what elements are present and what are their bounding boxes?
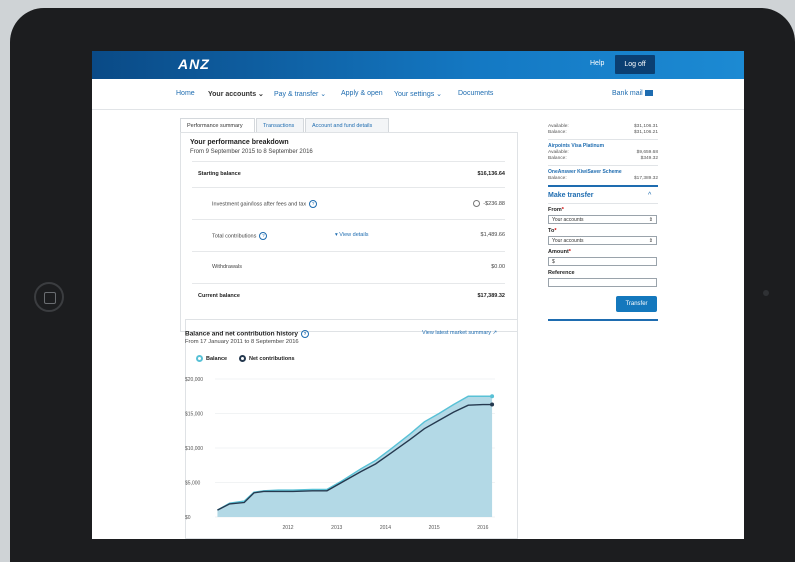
y-tick-label: $10,000 <box>185 446 203 452</box>
nav-documents[interactable]: Documents <box>458 90 493 97</box>
chevron-up-icon[interactable]: ^ <box>648 192 651 199</box>
amount-input[interactable]: $ <box>548 257 657 266</box>
tab-performance-summary[interactable]: Performance summary <box>180 118 255 132</box>
y-tick-label: $20,000 <box>185 377 203 383</box>
nav-your-accounts[interactable]: Your accounts ⌄ <box>208 90 264 98</box>
to-label: To* <box>548 228 557 234</box>
kiwisaver-balance: Balance: $17,389.32 <box>548 176 658 181</box>
reference-label: Reference <box>548 270 575 276</box>
nav-your-settings[interactable]: Your settings ⌄ <box>394 90 442 98</box>
history-chart: $20,000 $15,000 $10,000 $5,000 $0 2012 2013 201… <box>185 377 495 531</box>
account-available: Available: $31,106.31 <box>548 124 658 129</box>
row-starting-balance: Starting balance $16,136.64 <box>192 161 505 188</box>
history-period: From 17 January 2011 to 8 September 2016 <box>185 339 299 345</box>
x-tick-label: 2016 <box>477 525 488 531</box>
divider <box>548 139 658 140</box>
transfer-button[interactable]: Transfer <box>616 296 657 312</box>
legend-net-dot[interactable] <box>239 355 246 362</box>
home-button[interactable] <box>34 282 64 312</box>
airpoints-available: Available: $9,659.68 <box>548 150 658 155</box>
x-tick-label: 2014 <box>380 525 391 531</box>
y-tick-label: $0 <box>185 515 191 521</box>
nav-pay-transfer[interactable]: Pay & transfer ⌄ <box>274 90 326 98</box>
tab-transactions[interactable]: Transactions <box>256 118 304 132</box>
select-arrow-icon: ⇕ <box>648 217 653 223</box>
view-details-link[interactable]: ▾ View details <box>335 232 369 238</box>
row-investment-gain: Investment gain/loss after fees and tax?… <box>192 187 505 220</box>
minus-icon <box>473 200 481 207</box>
make-transfer-title[interactable]: Make transfer <box>548 192 594 199</box>
y-tick-label: $5,000 <box>185 481 201 487</box>
from-select[interactable]: Your accounts ⇕ <box>548 215 657 224</box>
camera <box>763 290 769 296</box>
account-airpoints[interactable]: Airpoints Visa Platinum <box>548 143 604 149</box>
reference-input[interactable] <box>548 278 657 287</box>
help-link[interactable]: Help <box>590 60 604 67</box>
info-icon[interactable]: ? <box>259 232 268 240</box>
top-bar: ANZ Help Log off <box>92 51 744 79</box>
account-balance: Balance: $31,106.21 <box>548 130 658 135</box>
tablet-frame: ANZ Help Log off Home Your accounts ⌄ Pa… <box>10 8 795 562</box>
external-link-icon: ↗ <box>492 330 498 336</box>
divider <box>548 185 658 187</box>
performance-title: Your performance breakdown <box>190 139 289 146</box>
log-off-button[interactable]: Log off <box>615 55 655 74</box>
x-tick-label: 2013 <box>331 525 342 531</box>
y-tick-label: $15,000 <box>185 412 203 418</box>
row-current-balance: Current balance $17,389.32 <box>192 283 505 310</box>
net-end-point <box>490 402 495 407</box>
mail-icon <box>644 90 653 97</box>
nav-bank-mail[interactable]: Bank mail <box>612 90 653 97</box>
performance-period: From 9 September 2015 to 8 September 201… <box>190 149 313 155</box>
nav-apply-open[interactable]: Apply & open <box>341 90 383 97</box>
main-nav: Home Your accounts ⌄ Pay & transfer ⌄ Ap… <box>92 79 744 110</box>
row-total-contributions: Total contributions? ▾ View details $1,4… <box>192 219 505 252</box>
market-summary-link[interactable]: View latest market summary ↗ <box>422 330 497 336</box>
divider <box>548 165 658 166</box>
amount-label: Amount* <box>548 249 571 255</box>
x-tick-label: 2015 <box>429 525 440 531</box>
info-icon[interactable]: ? <box>309 200 318 208</box>
anz-logo[interactable]: ANZ <box>178 56 210 72</box>
balance-end-point <box>490 394 495 399</box>
x-tick-label: 2012 <box>282 525 293 531</box>
legend-balance-label: Balance <box>206 356 228 362</box>
legend-net-label: Net contributions <box>249 356 295 362</box>
select-arrow-icon: ⇕ <box>648 238 653 244</box>
account-kiwisaver[interactable]: OneAnswer KiwiSaver Scheme <box>548 169 622 175</box>
airpoints-balance: Balance: $349.32 <box>548 156 658 161</box>
history-title: Balance and net contribution history? <box>185 330 310 338</box>
divider <box>548 203 658 204</box>
tab-account-fund-details[interactable]: Account and fund details <box>305 118 389 132</box>
row-withdrawals: Withdrawals $0.00 <box>192 251 505 284</box>
divider <box>548 319 658 321</box>
to-select[interactable]: Your accounts ⇕ <box>548 236 657 245</box>
nav-home[interactable]: Home <box>176 90 195 97</box>
legend-balance-dot[interactable] <box>196 355 203 362</box>
info-icon[interactable]: ? <box>301 330 310 338</box>
from-label: From* <box>548 207 564 213</box>
